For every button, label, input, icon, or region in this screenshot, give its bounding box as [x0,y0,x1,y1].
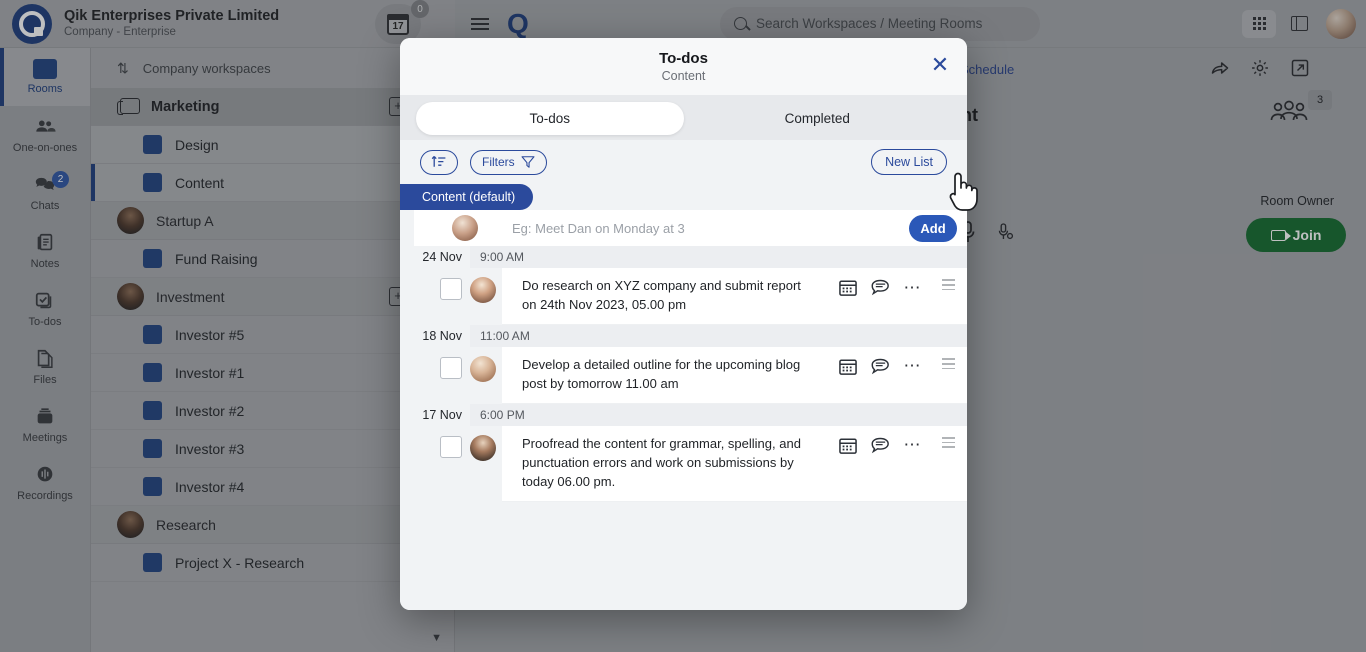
todo-avatar-cell [470,347,502,382]
todo-time: 9:00 AM [470,246,967,268]
todo-card[interactable]: Do research on XYZ company and submit re… [502,268,967,325]
todo-actions: ⋯ [838,277,923,296]
app-root: Qik Enterprises Private Limited Company … [0,0,1366,652]
todo-text: Do research on XYZ company and submit re… [522,278,801,312]
todo-date: 18 Nov [422,328,462,343]
add-todo-row: Add [414,210,967,246]
todo-checkbox[interactable] [440,278,462,300]
more-options-icon[interactable]: ⋯ [904,279,923,296]
todo-time: 6:00 PM [470,403,967,426]
avatar [470,277,496,303]
tab-completed[interactable]: Completed [684,102,952,135]
calendar-icon[interactable] [838,279,857,296]
todo-card[interactable]: Proofread the content for grammar, spell… [502,425,967,502]
mouse-cursor-pointer-icon [949,172,978,211]
todo-actions: ⋯ [838,356,923,375]
add-button[interactable]: Add [909,214,957,242]
more-options-icon[interactable]: ⋯ [904,436,923,453]
modal-header: To-dos Content ✕ [400,38,967,96]
avatar [470,434,496,461]
todo-checkbox-cell [400,268,470,300]
avatar [470,355,496,382]
todo-day-header: 18 Nov 11:00 AM [400,324,967,347]
new-list-label: New List [885,155,933,169]
drag-handle-icon[interactable] [942,435,955,451]
modal-tabs: To-dos Completed [400,96,967,140]
todo-time: 11:00 AM [470,324,967,347]
comment-icon[interactable] [871,279,890,296]
calendar-icon[interactable] [838,437,857,454]
todo-day-header: 24 Nov 9:00 AM [400,246,967,268]
funnel-icon [521,156,535,168]
more-options-icon[interactable]: ⋯ [904,357,923,374]
comment-icon[interactable] [871,437,890,454]
drag-handle-icon[interactable] [942,356,955,372]
calendar-icon[interactable] [838,358,857,375]
add-todo-input[interactable] [488,220,899,236]
todo-row: Proofread the content for grammar, spell… [400,425,967,502]
filters-button[interactable]: Filters [470,149,547,175]
todo-date: 24 Nov [422,250,462,264]
todo-row: Do research on XYZ company and submit re… [400,268,967,325]
todo-checkbox[interactable] [440,356,462,379]
todo-checkbox[interactable] [440,435,462,458]
todos-list-body: Add 24 Nov 9:00 AM Do research on XYZ co… [400,210,967,610]
todo-date: 17 Nov [422,407,462,422]
todo-card[interactable]: Develop a detailed outline for the upcom… [502,346,967,404]
modal-title: To-dos [659,50,708,67]
todos-modal: To-dos Content ✕ To-dos Completed Filter… [400,38,967,610]
todo-avatar-cell [470,426,502,461]
sort-button[interactable] [420,149,458,175]
todo-text: Proofread the content for grammar, spell… [522,435,801,489]
list-tab-content-default[interactable]: Content (default) [400,184,534,210]
close-icon[interactable]: ✕ [929,54,951,77]
todo-checkbox-cell [400,347,470,379]
todo-actions: ⋯ [838,435,923,454]
filters-label: Filters [482,155,515,169]
list-tabs: Content (default) [400,184,967,210]
todo-text: Develop a detailed outline for the upcom… [522,356,801,391]
new-list-button[interactable]: New List [871,149,947,175]
modal-subtitle: Content [661,69,706,83]
tab-to-dos[interactable]: To-dos [416,101,684,135]
todo-checkbox-cell [400,426,470,458]
modal-toolbar: Filters New List [400,140,967,184]
todo-row: Develop a detailed outline for the upcom… [400,346,967,404]
comment-icon[interactable] [871,358,890,375]
todo-avatar-cell [470,268,502,303]
avatar [452,215,478,241]
drag-handle-icon[interactable] [942,277,955,293]
todo-day-header: 17 Nov 6:00 PM [400,403,967,426]
sort-ascending-icon [431,155,446,167]
